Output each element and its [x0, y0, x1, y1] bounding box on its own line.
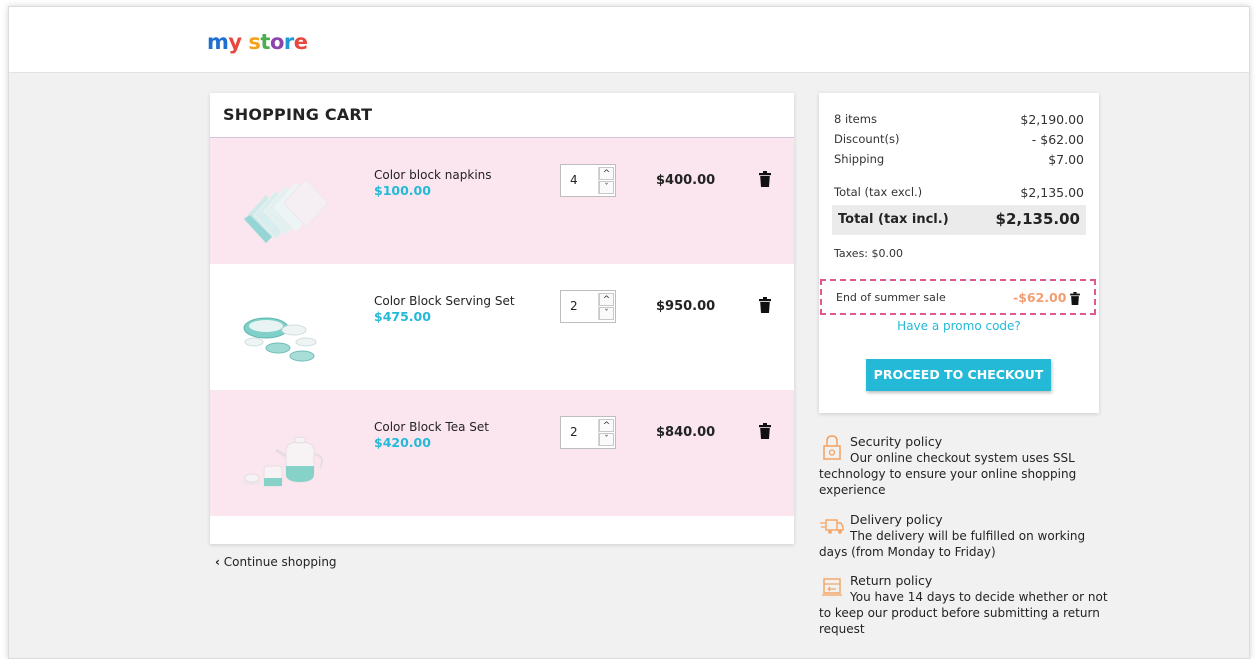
product-image-serving-set[interactable] — [234, 290, 334, 386]
trash-icon[interactable] — [759, 423, 771, 439]
return-box-icon — [822, 578, 842, 596]
shipping-value: $7.00 — [1048, 152, 1084, 167]
product-name[interactable]: Color Block Serving Set — [374, 294, 515, 308]
security-policy-block: Security policy Our online checkout syst… — [819, 434, 1109, 498]
summary-items-line: 8 items $2,190.00 — [834, 112, 1084, 127]
voucher-name: End of summer sale — [836, 291, 946, 304]
total-excl-label: Total (tax excl.) — [834, 185, 923, 199]
product-name[interactable]: Color Block Tea Set — [374, 420, 489, 434]
product-unit-price: $100.00 — [374, 183, 431, 198]
quantity-spinner: ^ ˇ — [598, 293, 614, 320]
line-total: $400.00 — [656, 173, 716, 188]
trash-icon[interactable] — [759, 297, 771, 313]
quantity-decrease-button[interactable]: ˇ — [599, 433, 614, 446]
cart-item-row: Color Block Tea Set $420.00 2 ^ ˇ $840.0… — [210, 390, 794, 516]
product-unit-price: $475.00 — [374, 309, 431, 324]
total-incl-value: $2,135.00 — [995, 210, 1080, 228]
total-excl-value: $2,135.00 — [1020, 185, 1084, 200]
items-count-label: 8 items — [834, 112, 877, 126]
summary-discount-line: Discount(s) - $62.00 — [834, 132, 1084, 147]
delivery-policy-block: Delivery policy The delivery will be ful… — [819, 512, 1109, 560]
cart-summary-panel: 8 items $2,190.00 Discount(s) - $62.00 S… — [819, 93, 1099, 413]
remove-voucher-trash-icon[interactable] — [1070, 292, 1080, 305]
quantity-spinner: ^ ˇ — [598, 419, 614, 446]
cart-item-row: Color Block Serving Set $475.00 2 ^ ˇ $9… — [210, 264, 794, 390]
lock-icon — [823, 435, 841, 460]
quantity-increase-button[interactable]: ^ — [599, 167, 614, 180]
proceed-to-checkout-button[interactable]: PROCEED TO CHECKOUT — [866, 359, 1051, 391]
summary-total-incl-line: Total (tax incl.) $2,135.00 — [832, 205, 1086, 235]
product-image-tea-set[interactable] — [234, 416, 334, 512]
chevron-left-icon: ‹ — [215, 555, 220, 569]
site-header: my store — [9, 7, 1249, 73]
applied-voucher: End of summer sale -$62.00 — [820, 279, 1096, 315]
quantity-spinner: ^ ˇ — [598, 167, 614, 194]
quantity-stepper[interactable]: 4 ^ ˇ — [560, 164, 616, 197]
items-subtotal-value: $2,190.00 — [1020, 112, 1084, 127]
quantity-decrease-button[interactable]: ˇ — [599, 181, 614, 194]
browser-viewport: my store SHOPPING CART Color block napki… — [8, 6, 1250, 659]
store-logo[interactable]: my store — [207, 29, 308, 55]
quantity-increase-button[interactable]: ^ — [599, 419, 614, 432]
quantity-value[interactable]: 4 — [570, 173, 578, 187]
quantity-value[interactable]: 2 — [570, 425, 578, 439]
policy-title: Return policy — [850, 573, 933, 588]
policy-description: The delivery will be fulfilled on workin… — [819, 529, 1086, 559]
discount-value: - $62.00 — [1031, 132, 1084, 147]
policy-title: Security policy — [850, 434, 943, 449]
taxes-line: Taxes: $0.00 — [834, 247, 904, 260]
quantity-increase-button[interactable]: ^ — [599, 293, 614, 306]
product-name[interactable]: Color block napkins — [374, 168, 492, 182]
quantity-value[interactable]: 2 — [570, 299, 578, 313]
quantity-stepper[interactable]: 2 ^ ˇ — [560, 290, 616, 323]
delivery-truck-icon — [820, 519, 844, 534]
continue-shopping-label: Continue shopping — [223, 555, 337, 569]
continue-shopping-link[interactable]: ‹ Continue shopping — [215, 555, 337, 569]
quantity-decrease-button[interactable]: ˇ — [599, 307, 614, 320]
line-total: $840.00 — [656, 425, 716, 440]
summary-shipping-line: Shipping $7.00 — [834, 152, 1084, 167]
trash-icon[interactable] — [759, 171, 771, 187]
product-image-napkins[interactable] — [234, 164, 334, 260]
summary-total-excl-line: Total (tax excl.) $2,135.00 — [834, 185, 1084, 200]
discount-label: Discount(s) — [834, 132, 900, 146]
cart-title: SHOPPING CART — [223, 105, 373, 124]
policy-title: Delivery policy — [850, 512, 943, 527]
promo-code-link[interactable]: Have a promo code? — [819, 319, 1099, 333]
policy-description: You have 14 days to decide whether or no… — [819, 590, 1108, 636]
voucher-amount: -$62.00 — [1013, 290, 1067, 305]
total-incl-label: Total (tax incl.) — [838, 212, 949, 227]
return-policy-block: Return policy You have 14 days to decide… — [819, 573, 1109, 637]
product-unit-price: $420.00 — [374, 435, 431, 450]
policy-description: Our online checkout system uses SSL tech… — [819, 451, 1077, 497]
shopping-cart-panel: SHOPPING CART Color block napkins $100.0… — [210, 93, 794, 544]
quantity-stepper[interactable]: 2 ^ ˇ — [560, 416, 616, 449]
line-total: $950.00 — [656, 299, 716, 314]
shipping-label: Shipping — [834, 152, 885, 166]
cart-item-row: Color block napkins $100.00 4 ^ ˇ $400.0… — [210, 138, 794, 264]
